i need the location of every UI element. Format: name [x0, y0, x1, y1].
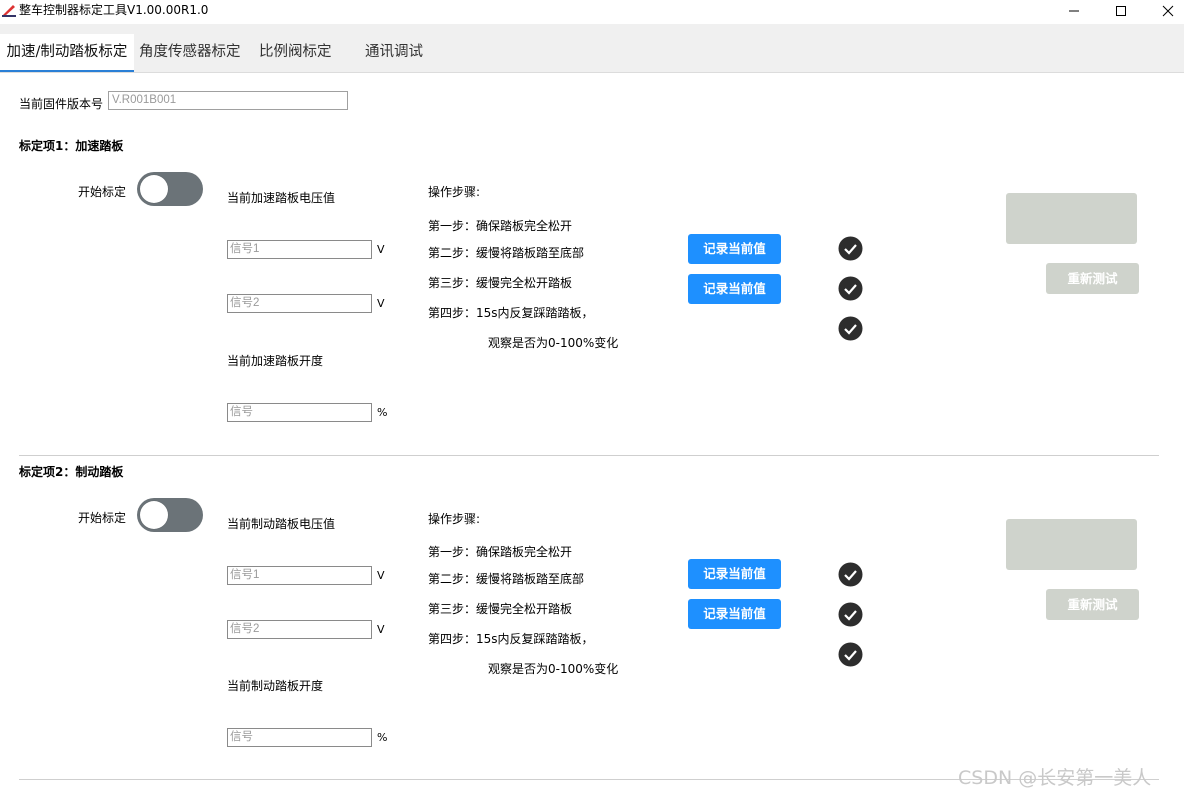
toggle-knob	[140, 501, 168, 529]
unit-v-label: V	[377, 569, 385, 582]
retest-button[interactable]: 重新测试	[1046, 263, 1139, 294]
opening-label: 当前制动踏板开度	[227, 679, 324, 693]
step-1: 第一步：确保踏板完全松开	[428, 545, 573, 559]
opening-signal-field[interactable]: 信号	[227, 728, 372, 747]
step-2: 第二步：缓慢将踏板踏至底部	[428, 572, 585, 586]
unit-percent-label: %	[377, 406, 388, 419]
check-circle-icon	[838, 642, 863, 667]
status-display-box	[1006, 193, 1137, 244]
step-4: 第四步：15s内反复踩踏踏板，	[428, 306, 594, 320]
retest-button[interactable]: 重新测试	[1046, 589, 1139, 620]
start-calibration-label: 开始标定	[78, 511, 127, 525]
minimize-button[interactable]	[1051, 0, 1097, 22]
check-circle-icon	[838, 316, 863, 341]
tab-pedal-calibration[interactable]: 加速/制动踏板标定	[0, 34, 134, 71]
record-current-value-button[interactable]: 记录当前值	[688, 234, 781, 264]
watermark: CSDN @长安第一美人	[958, 767, 1152, 789]
check-circle-icon	[838, 276, 863, 301]
record-current-value-button[interactable]: 记录当前值	[688, 559, 781, 589]
step-1: 第一步：确保踏板完全松开	[428, 219, 573, 233]
tab-divider	[0, 72, 1184, 73]
maximize-button[interactable]	[1098, 0, 1144, 22]
tab-communication-debug[interactable]: 通讯调试	[365, 34, 423, 71]
minimize-icon	[1069, 10, 1079, 12]
maximize-icon	[1116, 6, 1126, 16]
section-divider	[19, 455, 1159, 456]
voltage-label: 当前加速踏板电压值	[227, 191, 336, 205]
window-title: 整车控制器标定工具V1.00.00R1.0	[19, 3, 209, 17]
unit-v-label: V	[377, 243, 385, 256]
step-3: 第三步：缓慢完全松开踏板	[428, 602, 573, 616]
record-current-value-button[interactable]: 记录当前值	[688, 599, 781, 629]
unit-percent-label: %	[377, 731, 388, 744]
signal2-field[interactable]: 信号2	[227, 294, 372, 313]
signal1-field[interactable]: 信号1	[227, 240, 372, 259]
start-calibration-toggle[interactable]	[137, 498, 203, 532]
step-4-note: 观察是否为0-100%变化	[488, 662, 619, 676]
check-circle-icon	[838, 602, 863, 627]
close-button[interactable]	[1145, 0, 1184, 22]
toggle-knob	[140, 175, 168, 203]
steps-title: 操作步骤:	[428, 185, 481, 199]
section-title-accelerator: 标定项1：加速踏板	[19, 139, 124, 153]
step-3: 第三步：缓慢完全松开踏板	[428, 276, 573, 290]
section-title-brake: 标定项2：制动踏板	[19, 465, 124, 479]
step-4-note: 观察是否为0-100%变化	[488, 336, 619, 350]
unit-v-label: V	[377, 297, 385, 310]
opening-signal-field[interactable]: 信号	[227, 403, 372, 422]
firmware-version-field[interactable]: V.R001B001	[108, 91, 348, 110]
check-circle-icon	[838, 562, 863, 587]
signal2-field[interactable]: 信号2	[227, 620, 372, 639]
step-4: 第四步：15s内反复踩踏踏板，	[428, 632, 594, 646]
record-current-value-button[interactable]: 记录当前值	[688, 274, 781, 304]
step-2: 第二步：缓慢将踏板踏至底部	[428, 246, 585, 260]
steps-title: 操作步骤:	[428, 512, 481, 526]
unit-v-label: V	[377, 623, 385, 636]
start-calibration-toggle[interactable]	[137, 172, 203, 206]
tab-angle-sensor-calibration[interactable]: 角度传感器标定	[139, 34, 241, 71]
tab-proportional-valve-calibration[interactable]: 比例阀标定	[259, 34, 332, 71]
opening-label: 当前加速踏板开度	[227, 354, 324, 368]
firmware-version-label: 当前固件版本号	[19, 97, 104, 111]
voltage-label: 当前制动踏板电压值	[227, 517, 336, 531]
app-icon	[2, 5, 16, 17]
signal1-field[interactable]: 信号1	[227, 566, 372, 585]
check-circle-icon	[838, 236, 863, 261]
status-display-box	[1006, 519, 1137, 570]
close-icon	[1162, 5, 1174, 17]
start-calibration-label: 开始标定	[78, 185, 127, 199]
